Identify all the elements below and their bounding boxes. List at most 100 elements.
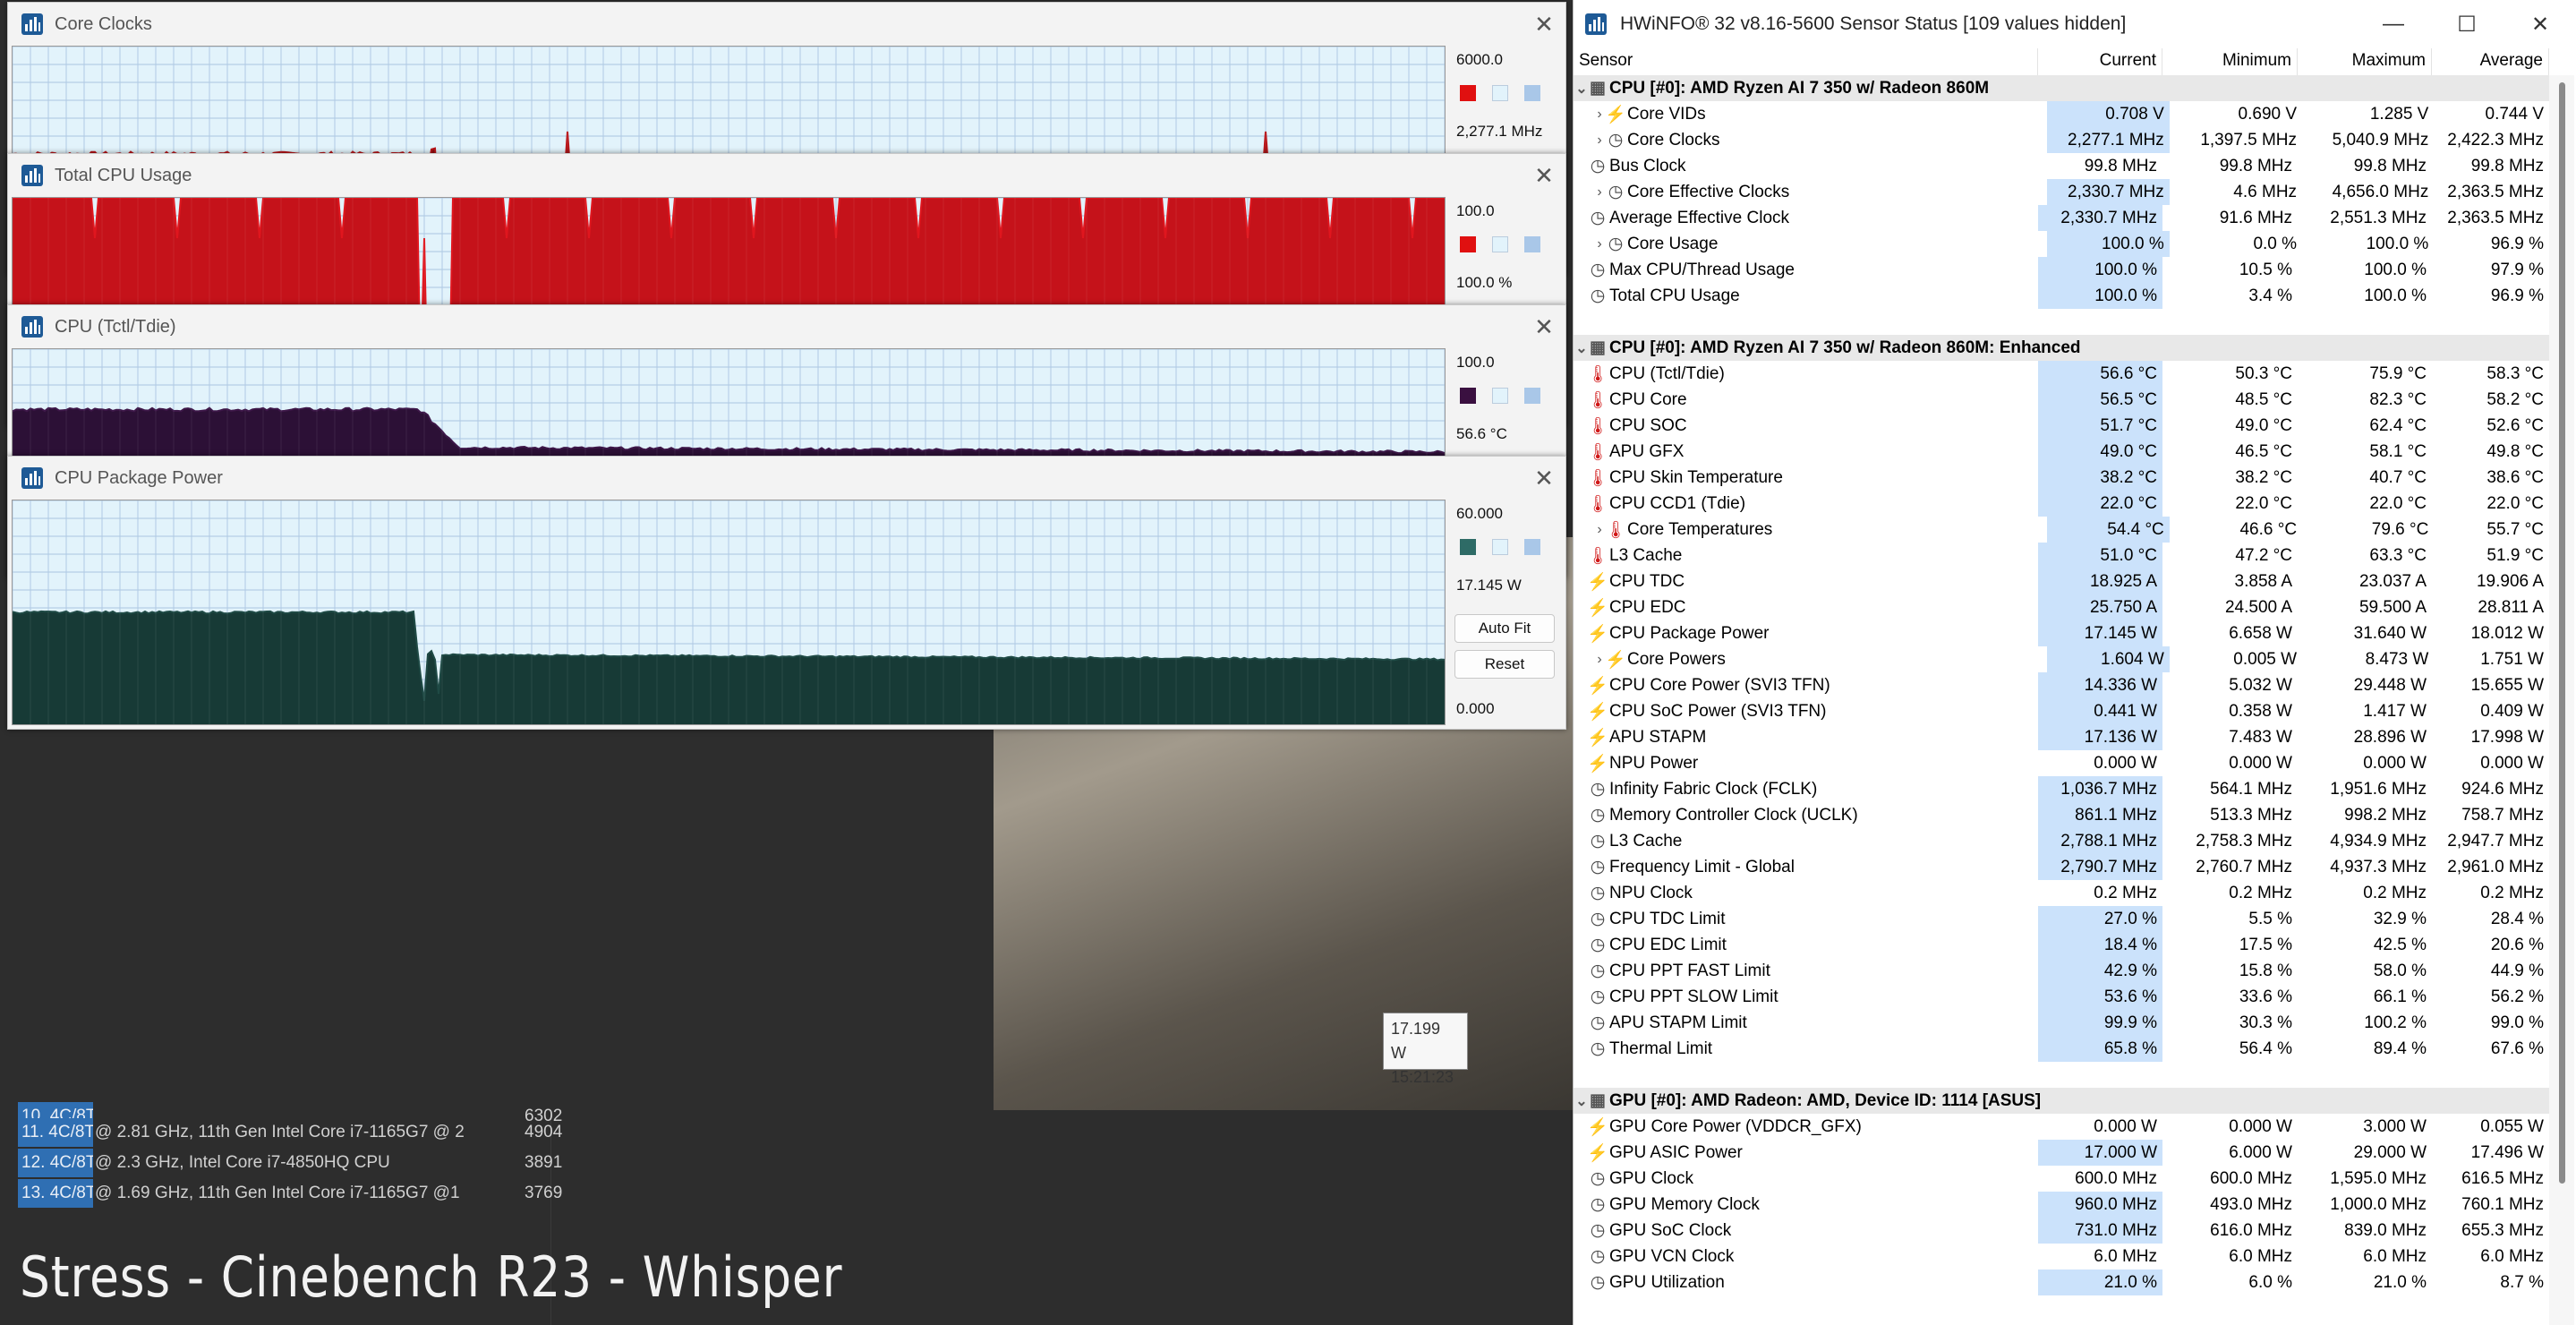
sensor-row[interactable]: ◷ GPU Memory Clock 960.0 MHz 493.0 MHz 1… xyxy=(1574,1192,2549,1218)
collapse-icon[interactable]: ⌄ xyxy=(1574,1092,1590,1110)
sensor-row[interactable]: ◷ Max CPU/Thread Usage 100.0 % 10.5 % 10… xyxy=(1574,257,2549,283)
sensor-row[interactable]: ◷ Memory Controller Clock (UCLK) 861.1 M… xyxy=(1574,802,2549,828)
grid-color-swatch[interactable] xyxy=(1524,539,1540,555)
background-color-swatch[interactable] xyxy=(1492,539,1508,555)
sensor-row[interactable]: ◷ Thermal Limit 65.8 % 56.4 % 89.4 % 67.… xyxy=(1574,1036,2549,1062)
sensor-row[interactable]: ◷ GPU SoC Clock 731.0 MHz 616.0 MHz 839.… xyxy=(1574,1218,2549,1244)
sensor-row[interactable]: ◷ Total CPU Usage 100.0 % 3.4 % 100.0 % … xyxy=(1574,283,2549,309)
sensor-row[interactable]: ◷ GPU Utilization 21.0 % 6.0 % 21.0 % 8.… xyxy=(1574,1269,2549,1295)
average-value: 15.655 W xyxy=(2470,676,2544,695)
sensor-row[interactable]: ◷ Bus Clock 99.8 MHz 99.8 MHz 99.8 MHz 9… xyxy=(1574,153,2549,179)
sensor-row[interactable]: › 🌡 Core Temperatures 54.4 °C 46.6 °C 79… xyxy=(1574,517,2549,543)
column-header-maximum[interactable]: Maximum xyxy=(2298,48,2432,75)
sensor-group-header[interactable]: ⌄ ▦ CPU [#0]: AMD Ryzen AI 7 350 w/ Rade… xyxy=(1574,335,2549,361)
background-color-swatch[interactable] xyxy=(1492,236,1508,252)
sensor-name: NPU Power xyxy=(1609,753,1699,773)
minimum-value: 22.0 °C xyxy=(2235,494,2292,513)
sensor-row[interactable]: ⚡ GPU ASIC Power 17.000 W 6.000 W 29.000… xyxy=(1574,1140,2549,1166)
sensor-row[interactable]: ◷ CPU PPT SLOW Limit 53.6 % 33.6 % 66.1 … xyxy=(1574,984,2549,1010)
line-color-swatch[interactable] xyxy=(1460,236,1476,252)
sensor-row[interactable]: ◷ Average Effective Clock 2,330.7 MHz 91… xyxy=(1574,205,2549,231)
sensor-row[interactable]: ◷ GPU Clock 600.0 MHz 600.0 MHz 1,595.0 … xyxy=(1574,1166,2549,1192)
minimize-icon[interactable]: — xyxy=(2357,12,2430,37)
sensor-name: GPU Utilization xyxy=(1609,1272,1725,1292)
close-icon[interactable]: ✕ xyxy=(1523,457,1565,500)
reset-button[interactable]: Reset xyxy=(1454,650,1555,679)
sensor-row[interactable]: 🌡 CPU Core 56.5 °C 48.5 °C 82.3 °C 58.2 … xyxy=(1574,387,2549,413)
sensor-row[interactable]: ◷ APU STAPM Limit 99.9 % 30.3 % 100.2 % … xyxy=(1574,1010,2549,1036)
sensor-row[interactable]: 🌡 CPU SOC 51.7 °C 49.0 °C 62.4 °C 52.6 °… xyxy=(1574,413,2549,439)
close-icon[interactable]: ✕ xyxy=(1523,3,1565,46)
sensor-name: GPU SoC Clock xyxy=(1609,1220,1732,1240)
current-value: 2,330.7 MHz xyxy=(2047,179,2170,205)
sensor-row[interactable]: › ◷ Core Usage 100.0 % 0.0 % 100.0 % 96.… xyxy=(1574,231,2549,257)
column-header-average[interactable]: Average xyxy=(2432,48,2549,75)
sensor-row[interactable]: ⚡ CPU SoC Power (SVI3 TFN) 0.441 W 0.358… xyxy=(1574,698,2549,724)
collapse-icon[interactable]: ⌄ xyxy=(1574,339,1590,357)
maximize-icon[interactable]: ☐ xyxy=(2430,12,2503,38)
scrollbar-thumb[interactable] xyxy=(2559,82,2565,1184)
sensor-row[interactable]: ⚡ GPU Core Power (VDDCR_GFX) 0.000 W 0.0… xyxy=(1574,1114,2549,1140)
close-icon[interactable]: ✕ xyxy=(2503,12,2576,38)
sensor-group-header[interactable]: ⌄ ▦ CPU [#0]: AMD Ryzen AI 7 350 w/ Rade… xyxy=(1574,75,2549,101)
sensor-row[interactable]: ◷ CPU EDC Limit 18.4 % 17.5 % 42.5 % 20.… xyxy=(1574,932,2549,958)
auto-fit-button[interactable]: Auto Fit xyxy=(1454,614,1555,643)
current-value: 960.0 MHz xyxy=(2038,1192,2162,1218)
grid-color-swatch[interactable] xyxy=(1524,236,1540,252)
power-icon: ⚡ xyxy=(1587,598,1608,618)
sensor-row[interactable]: ⚡ CPU EDC 25.750 A 24.500 A 59.500 A 28.… xyxy=(1574,594,2549,620)
column-header-current[interactable]: Current xyxy=(2038,48,2162,75)
sensor-row[interactable]: ◷ Infinity Fabric Clock (FCLK) 1,036.7 M… xyxy=(1574,776,2549,802)
sensor-row[interactable]: › ⚡ Core VIDs 0.708 V 0.690 V 1.285 V 0.… xyxy=(1574,101,2549,127)
close-icon[interactable]: ✕ xyxy=(1523,305,1565,348)
line-color-swatch[interactable] xyxy=(1460,388,1476,404)
graph-plot-area[interactable] xyxy=(12,500,1446,725)
grid-color-swatch[interactable] xyxy=(1524,85,1540,101)
sensor-row[interactable]: 🌡 L3 Cache 51.0 °C 47.2 °C 63.3 °C 51.9 … xyxy=(1574,543,2549,568)
expand-icon[interactable]: › xyxy=(1591,236,1608,252)
sensor-row[interactable]: ◷ L3 Cache 2,788.1 MHz 2,758.3 MHz 4,934… xyxy=(1574,828,2549,854)
sensor-row[interactable]: ⚡ NPU Power 0.000 W 0.000 W 0.000 W 0.00… xyxy=(1574,750,2549,776)
collapse-icon[interactable]: ⌄ xyxy=(1574,80,1590,98)
maximum-value: 2,551.3 MHz xyxy=(2330,209,2427,227)
sensor-row[interactable]: ◷ Frequency Limit - Global 2,790.7 MHz 2… xyxy=(1574,854,2549,880)
power-icon: ⚡ xyxy=(1587,676,1608,696)
sensor-row[interactable]: 🌡 CPU (Tctl/Tdie) 56.6 °C 50.3 °C 75.9 °… xyxy=(1574,361,2549,387)
sensor-row[interactable]: › ⚡ Core Powers 1.604 W 0.005 W 8.473 W … xyxy=(1574,646,2549,672)
column-header-sensor[interactable]: Sensor xyxy=(1574,48,2038,75)
sensor-cell: ⚡ GPU ASIC Power xyxy=(1574,1143,2038,1163)
line-color-swatch[interactable] xyxy=(1460,85,1476,101)
expand-icon[interactable]: › xyxy=(1591,132,1608,149)
background-color-swatch[interactable] xyxy=(1492,85,1508,101)
sensor-row[interactable]: 🌡 CPU CCD1 (Tdie) 22.0 °C 22.0 °C 22.0 °… xyxy=(1574,491,2549,517)
sensor-row[interactable]: ◷ GPU VCN Clock 6.0 MHz 6.0 MHz 6.0 MHz … xyxy=(1574,1244,2549,1269)
grid-color-swatch[interactable] xyxy=(1524,388,1540,404)
sensor-row[interactable]: › ◷ Core Clocks 2,277.1 MHz 1,397.5 MHz … xyxy=(1574,127,2549,153)
sensor-row[interactable]: 🌡 APU GFX 49.0 °C 46.5 °C 58.1 °C 49.8 °… xyxy=(1574,439,2549,465)
background-color-swatch[interactable] xyxy=(1492,388,1508,404)
column-header-minimum[interactable]: Minimum xyxy=(2162,48,2298,75)
current-value: 731.0 MHz xyxy=(2038,1218,2162,1244)
maximum-value: 89.4 % xyxy=(2373,1039,2427,1058)
sensor-row[interactable]: ◷ NPU Clock 0.2 MHz 0.2 MHz 0.2 MHz 0.2 … xyxy=(1574,880,2549,906)
current-value: 2,277.1 MHz xyxy=(2047,127,2170,153)
sensor-row[interactable]: ⚡ CPU TDC 18.925 A 3.858 A 23.037 A 19.9… xyxy=(1574,568,2549,594)
sensor-group-header[interactable]: ⌄ ▦ GPU [#0]: AMD Radeon: AMD, Device ID… xyxy=(1574,1088,2549,1114)
average-value: 58.2 °C xyxy=(2486,390,2544,409)
current-value: 56.5 °C xyxy=(2038,387,2162,413)
graph-current-value: 2,277.1 MHz xyxy=(1456,123,1543,140)
sensor-scrollbar[interactable] xyxy=(2549,75,2574,1325)
sensor-row[interactable]: ◷ CPU TDC Limit 27.0 % 5.5 % 32.9 % 28.4… xyxy=(1574,906,2549,932)
sensor-row[interactable]: ⚡ CPU Package Power 17.145 W 6.658 W 31.… xyxy=(1574,620,2549,646)
sensor-row[interactable]: ⚡ CPU Core Power (SVI3 TFN) 14.336 W 5.0… xyxy=(1574,672,2549,698)
line-color-swatch[interactable] xyxy=(1460,539,1476,555)
maximum-value: 21.0 % xyxy=(2373,1273,2427,1292)
expand-icon[interactable]: › xyxy=(1591,184,1608,201)
sensor-row[interactable]: › ◷ Core Effective Clocks 2,330.7 MHz 4.… xyxy=(1574,179,2549,205)
sensor-row[interactable]: 🌡 CPU Skin Temperature 38.2 °C 38.2 °C 4… xyxy=(1574,465,2549,491)
clock-icon: ◷ xyxy=(1590,209,1606,227)
sensor-row[interactable]: ⚡ APU STAPM 17.136 W 7.483 W 28.896 W 17… xyxy=(1574,724,2549,750)
current-value: 100.0 % xyxy=(2038,257,2162,283)
sensor-row[interactable]: ◷ CPU PPT FAST Limit 42.9 % 15.8 % 58.0 … xyxy=(1574,958,2549,984)
close-icon[interactable]: ✕ xyxy=(1523,154,1565,197)
